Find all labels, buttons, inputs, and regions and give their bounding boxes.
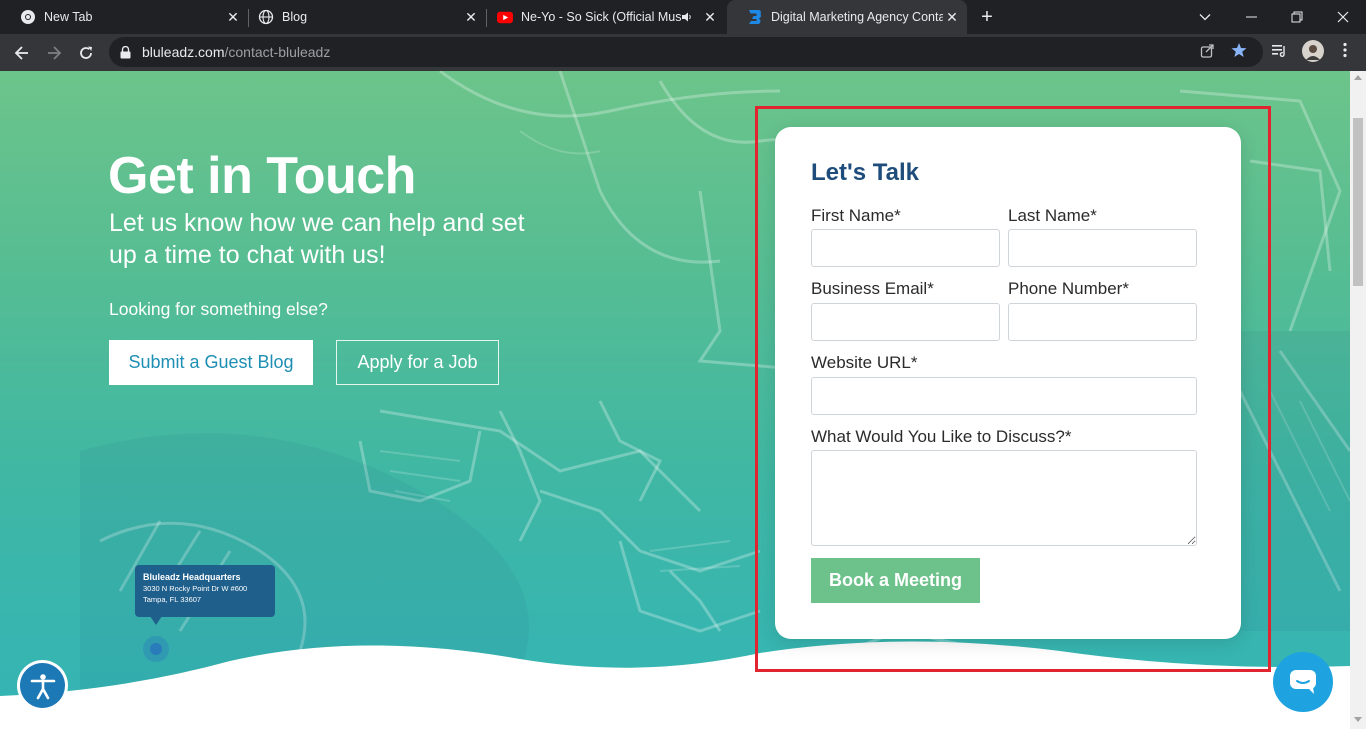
lock-icon[interactable] bbox=[120, 45, 132, 59]
chat-widget-button[interactable] bbox=[1273, 652, 1333, 712]
discuss-textarea[interactable] bbox=[811, 450, 1197, 546]
tab-blog[interactable]: Blog ✕ bbox=[238, 0, 486, 34]
bluleadz-icon bbox=[747, 9, 763, 25]
browser-tabstrip: New Tab ✕ Blog ✕ Ne-Yo - So Sick (Offici… bbox=[0, 0, 1366, 34]
form-heading: Let's Talk bbox=[811, 159, 919, 186]
tab-title: New Tab bbox=[44, 10, 93, 24]
business-email-field[interactable] bbox=[811, 303, 1000, 341]
address-bar[interactable]: bluleadz.com/contact-bluleadz bbox=[109, 37, 1263, 67]
tab-title: Blog bbox=[282, 10, 308, 24]
scroll-thumb[interactable] bbox=[1353, 118, 1363, 286]
tab-youtube[interactable]: Ne-Yo - So Sick (Official Mus ✕ bbox=[477, 0, 725, 34]
minimize-button[interactable] bbox=[1228, 0, 1274, 34]
forward-button[interactable] bbox=[40, 39, 68, 67]
chrome-icon bbox=[20, 9, 36, 25]
tab-search-button[interactable] bbox=[1182, 0, 1228, 34]
scroll-down-arrow-icon[interactable] bbox=[1354, 717, 1362, 722]
url-domain: bluleadz.com bbox=[142, 44, 225, 60]
submit-guest-blog-button[interactable]: Submit a Guest Blog bbox=[109, 340, 313, 385]
globe-icon bbox=[258, 9, 274, 25]
tab-contact[interactable]: Digital Marketing Agency Contac ✕ bbox=[727, 0, 967, 34]
browser-toolbar: bluleadz.com/contact-bluleadz bbox=[0, 34, 1366, 71]
speaker-icon[interactable] bbox=[681, 11, 697, 23]
share-icon[interactable] bbox=[1198, 41, 1216, 59]
new-tab-button[interactable]: + bbox=[976, 6, 998, 28]
youtube-icon bbox=[497, 9, 513, 25]
window-close-button[interactable] bbox=[1320, 0, 1366, 34]
phone-number-label: Phone Number* bbox=[1008, 279, 1129, 298]
book-meeting-button[interactable]: Book a Meeting bbox=[811, 558, 980, 603]
contact-form-card: Let's Talk First Name* Last Name* Busine… bbox=[775, 127, 1241, 639]
accessibility-button[interactable] bbox=[20, 663, 65, 708]
discuss-label: What Would You Like to Discuss?* bbox=[811, 427, 1072, 446]
tab-new-tab[interactable]: New Tab ✕ bbox=[0, 0, 248, 34]
close-icon[interactable]: ✕ bbox=[701, 8, 719, 26]
tab-title: Digital Marketing Agency Contac bbox=[771, 10, 943, 24]
url-path: /contact-bluleadz bbox=[224, 44, 331, 60]
alternate-prompt: Looking for something else? bbox=[109, 299, 328, 319]
media-playlist-icon[interactable] bbox=[1270, 41, 1288, 59]
website-url-label: Website URL* bbox=[811, 353, 918, 372]
page-scrollbar[interactable] bbox=[1350, 71, 1366, 729]
first-name-label: First Name* bbox=[811, 206, 901, 225]
page-content: Get in Touch Let us know how we can help… bbox=[0, 71, 1350, 729]
phone-number-field[interactable] bbox=[1008, 303, 1197, 341]
apply-for-job-button[interactable]: Apply for a Job bbox=[336, 340, 499, 385]
page-subtitle: Let us know how we can help and set up a… bbox=[109, 209, 525, 269]
menu-kebab-icon[interactable] bbox=[1336, 41, 1354, 59]
business-email-label: Business Email* bbox=[811, 279, 934, 298]
website-url-field[interactable] bbox=[811, 377, 1197, 415]
wave-divider bbox=[0, 641, 1350, 729]
bookmark-star-icon[interactable] bbox=[1230, 41, 1248, 59]
reload-button[interactable] bbox=[72, 39, 100, 67]
hq-pointer bbox=[150, 616, 162, 625]
scroll-up-arrow-icon[interactable] bbox=[1354, 75, 1362, 80]
tab-title: Ne-Yo - So Sick (Official Mus bbox=[521, 10, 681, 24]
close-icon[interactable]: ✕ bbox=[943, 8, 961, 26]
hq-title: Bluleadz Headquarters bbox=[143, 572, 241, 582]
hq-address-line2: Tampa, FL 33607 bbox=[143, 595, 202, 604]
restore-button[interactable] bbox=[1274, 0, 1320, 34]
first-name-field[interactable] bbox=[811, 229, 1000, 267]
last-name-field[interactable] bbox=[1008, 229, 1197, 267]
last-name-label: Last Name* bbox=[1008, 206, 1097, 225]
profile-avatar[interactable] bbox=[1302, 40, 1324, 62]
back-button[interactable] bbox=[8, 39, 36, 67]
hq-map-marker[interactable]: Bluleadz Headquarters 3030 N Rocky Point… bbox=[135, 565, 275, 617]
hq-address-line1: 3030 N Rocky Point Dr W #600 bbox=[143, 584, 248, 593]
page-title: Get in Touch bbox=[108, 147, 416, 205]
